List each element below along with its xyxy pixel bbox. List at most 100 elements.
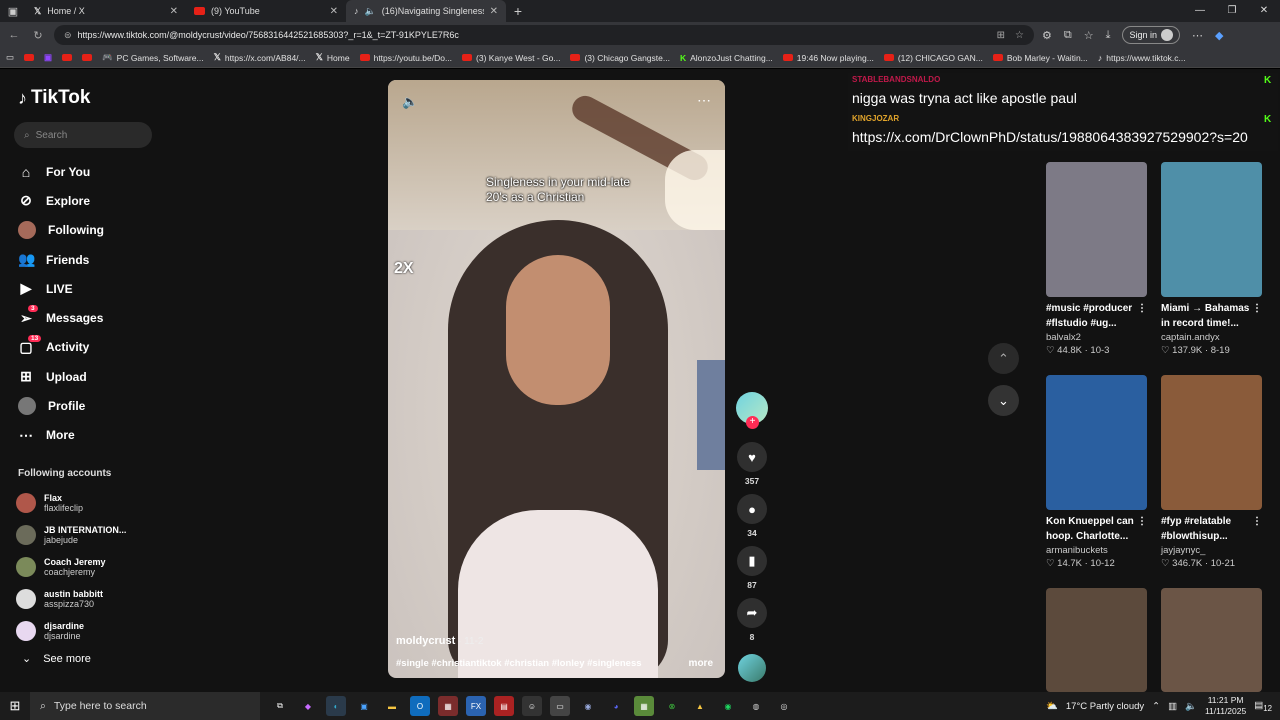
card-author[interactable]: armanibuckets bbox=[1046, 545, 1147, 556]
star-icon[interactable]: ☆ bbox=[1015, 30, 1024, 41]
recommended-card[interactable]: #music #producer #flstudio #ug... ⋮ balva… bbox=[1046, 162, 1147, 356]
windows-start-icon[interactable]: ⊞ bbox=[0, 698, 30, 714]
bookmark-item[interactable]: (3) Kanye West - Go... bbox=[462, 53, 560, 63]
share-button[interactable]: ➦ bbox=[737, 598, 767, 628]
menu-item-messages[interactable]: ➢ 3 Messages bbox=[18, 303, 104, 332]
menu-item-upload[interactable]: ⊞ Upload bbox=[18, 362, 104, 391]
following-account[interactable]: Flax flaxlifeclip bbox=[16, 487, 126, 519]
following-account[interactable]: djsardine djsardine bbox=[16, 615, 126, 647]
bookmark-item[interactable]: ♪ https://www.tiktok.c... bbox=[1098, 53, 1186, 63]
menu-item-for-you[interactable]: ⌂ For You bbox=[18, 157, 104, 186]
follow-plus-icon[interactable]: + bbox=[746, 416, 759, 429]
recommended-card[interactable]: Kon Knueppel can hoop. Charlotte... ⋮ arm… bbox=[1046, 375, 1147, 569]
more-options-icon[interactable]: ⋯ bbox=[697, 92, 711, 109]
app-icon[interactable]: ▭ bbox=[550, 696, 570, 716]
video-thumbnail[interactable] bbox=[1046, 162, 1147, 297]
minecraft-icon[interactable]: ▦ bbox=[634, 696, 654, 716]
close-icon[interactable]: ✕ bbox=[170, 6, 178, 17]
menu-item-live[interactable]: ▶ LIVE bbox=[18, 274, 104, 303]
tiktok-logo[interactable]: ♪ TikTok bbox=[18, 87, 90, 109]
copilot-icon[interactable]: ◆ bbox=[1215, 29, 1223, 42]
recommended-card[interactable] bbox=[1161, 588, 1262, 692]
menu-item-more[interactable]: ⋯ More bbox=[18, 421, 104, 450]
back-icon[interactable]: ← bbox=[6, 29, 22, 41]
volume-icon[interactable]: 🔈 bbox=[402, 94, 418, 110]
spotify-icon[interactable]: ◉ bbox=[718, 696, 738, 716]
bookmark-twitch[interactable]: ▣ bbox=[44, 52, 52, 63]
steam-icon[interactable]: ◉ bbox=[578, 696, 598, 716]
outlook-icon[interactable]: O bbox=[410, 696, 430, 716]
bookmark-item[interactable]: Bob Marley - Waitin... bbox=[992, 53, 1088, 63]
video-thumbnail[interactable] bbox=[1161, 162, 1262, 297]
site-info-icon[interactable]: ⊜ bbox=[64, 30, 72, 41]
notifications-icon[interactable]: ▤12 bbox=[1254, 700, 1272, 713]
app-icon[interactable]: ▲ bbox=[690, 696, 710, 716]
search-input[interactable]: ⌕ Search bbox=[14, 122, 152, 148]
menu-item-activity[interactable]: ▢ 13 Activity bbox=[18, 333, 104, 362]
bookmark-youtube[interactable] bbox=[82, 54, 93, 61]
recommended-card[interactable] bbox=[1046, 588, 1147, 692]
bookmark-item[interactable]: 🎮 PC Games, Software... bbox=[102, 52, 204, 63]
card-author[interactable]: captain.andyx bbox=[1161, 332, 1262, 343]
speaker-icon[interactable]: 🔈 bbox=[365, 6, 376, 17]
new-tab-button[interactable]: + bbox=[506, 3, 530, 19]
video-hashtags[interactable]: #single #christiantiktok #christian #lon… bbox=[396, 658, 642, 669]
recommended-card[interactable]: #fyp #relatable #blowthisup... ⋮ jayjayny… bbox=[1161, 375, 1262, 569]
menu-item-explore[interactable]: ⊘ Explore bbox=[18, 186, 104, 215]
tab-x[interactable]: 𝕏 Home / X ✕ bbox=[26, 0, 186, 22]
taskbar-search[interactable]: ⌕ Type here to search bbox=[30, 692, 260, 720]
task-view-icon[interactable]: ⧉ bbox=[270, 696, 290, 716]
video-thumbnail[interactable] bbox=[1046, 375, 1147, 510]
bookmark-item[interactable]: https://youtu.be/Do... bbox=[359, 53, 452, 63]
menu-dots-icon[interactable]: ⋯ bbox=[1192, 29, 1203, 42]
menu-item-friends[interactable]: 👥 Friends bbox=[18, 245, 104, 274]
following-account[interactable]: Coach Jeremy coachjeremy bbox=[16, 551, 126, 583]
card-author[interactable]: balvalx2 bbox=[1046, 332, 1147, 343]
sign-in-button[interactable]: Sign in bbox=[1122, 26, 1181, 44]
video-thumbnail[interactable] bbox=[1046, 588, 1147, 692]
tab-actions-icon[interactable]: ▣ bbox=[0, 0, 26, 22]
previous-video-button[interactable]: ⌃ bbox=[988, 343, 1019, 374]
next-video-button[interactable]: ⌄ bbox=[988, 385, 1019, 416]
menu-item-profile[interactable]: Profile bbox=[18, 391, 104, 420]
bookmark-item[interactable]: K AlonzoJust Chatting... bbox=[680, 53, 773, 63]
video-author[interactable]: moldycrust · 11-2 bbox=[396, 635, 483, 647]
menu-item-following[interactable]: Following bbox=[18, 216, 104, 245]
app-install-icon[interactable]: ⊞ bbox=[997, 30, 1005, 41]
close-icon[interactable]: ✕ bbox=[330, 6, 338, 17]
card-author[interactable]: jayjaynyc_ bbox=[1161, 545, 1262, 556]
bookmark-folder-icon[interactable]: ▭ bbox=[6, 52, 14, 63]
favorites-icon[interactable]: ☆ bbox=[1084, 29, 1094, 42]
more-options-icon[interactable]: ⋮ bbox=[1252, 514, 1262, 544]
clock[interactable]: 11:21 PM 11/11/2025 bbox=[1205, 695, 1246, 717]
following-account[interactable]: austin babbitt asspizza730 bbox=[16, 583, 126, 615]
network-icon[interactable]: ▥ bbox=[1168, 701, 1177, 712]
recommended-card[interactable]: Miami → Bahamas in record time!... ⋮ capt… bbox=[1161, 162, 1262, 356]
bookmark-item[interactable]: 𝕏https://x.com/AB84/... bbox=[214, 52, 306, 63]
restore-icon[interactable]: ❐ bbox=[1216, 0, 1248, 22]
discord-icon[interactable]: ◕ bbox=[606, 696, 626, 716]
comment-button[interactable]: ● bbox=[737, 494, 767, 524]
bookmark-item[interactable]: (3) Chicago Gangste... bbox=[570, 53, 670, 63]
minimize-icon[interactable]: — bbox=[1184, 0, 1216, 22]
like-button[interactable]: ♥ bbox=[737, 442, 767, 472]
creator-avatar[interactable]: + bbox=[736, 392, 768, 429]
save-button[interactable]: ▮ bbox=[737, 546, 767, 576]
close-window-icon[interactable]: ✕ bbox=[1248, 0, 1280, 22]
tab-tiktok[interactable]: ♪ 🔈 (16)Navigating Singleness a ✕ bbox=[346, 0, 506, 22]
weather-text[interactable]: 17°C Partly cloudy bbox=[1066, 701, 1144, 712]
app-icon[interactable]: FX bbox=[466, 696, 486, 716]
tab-youtube[interactable]: (9) YouTube ✕ bbox=[186, 0, 346, 22]
more-options-icon[interactable]: ⋮ bbox=[1137, 514, 1147, 544]
tray-chevron-icon[interactable]: ⌃ bbox=[1152, 701, 1160, 712]
store-icon[interactable]: ▣ bbox=[354, 696, 374, 716]
video-thumbnail[interactable] bbox=[1161, 375, 1262, 510]
edge-icon[interactable]: ◐ bbox=[326, 696, 346, 716]
bookmark-youtube[interactable] bbox=[24, 54, 35, 61]
extensions-icon[interactable]: ⚙ bbox=[1042, 29, 1052, 42]
more-options-icon[interactable]: ⋮ bbox=[1137, 301, 1147, 331]
app-icon[interactable]: ☺ bbox=[522, 696, 542, 716]
app-icon[interactable]: ◍ bbox=[746, 696, 766, 716]
bookmark-item[interactable]: (12) CHICAGO GAN... bbox=[883, 53, 983, 63]
split-screen-icon[interactable]: ⧉ bbox=[1064, 29, 1072, 42]
